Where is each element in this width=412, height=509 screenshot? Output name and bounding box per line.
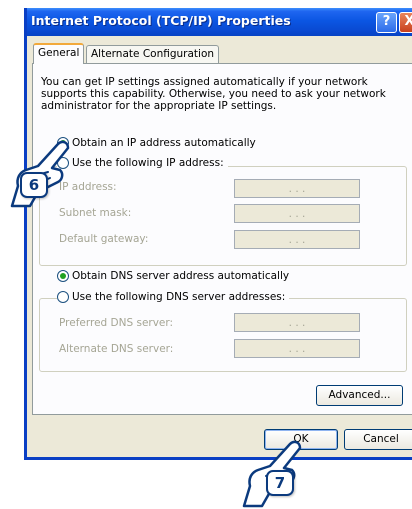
- radio-unselected-icon: [57, 291, 69, 303]
- use-following-ip-label: Use the following IP address:: [72, 157, 224, 169]
- default-gateway-label: Default gateway:: [59, 233, 149, 245]
- obtain-ip-auto-label: Obtain an IP address automatically: [72, 137, 256, 149]
- subnet-mask-label: Subnet mask:: [59, 207, 132, 219]
- tab-general[interactable]: General: [33, 43, 85, 64]
- use-following-dns-label: Use the following DNS server addresses:: [72, 291, 286, 303]
- tcpip-properties-dialog: Internet Protocol (TCP/IP) Properties ? …: [24, 8, 412, 460]
- alternate-dns-value: . . .: [288, 342, 306, 355]
- step-7-callout: 7: [266, 470, 294, 496]
- intro-text: You can get IP settings assigned automat…: [41, 76, 386, 112]
- subnet-mask-value: . . .: [288, 207, 306, 220]
- alternate-dns-field: . . .: [234, 339, 360, 358]
- help-icon[interactable]: ?: [376, 12, 397, 33]
- obtain-dns-auto-label: Obtain DNS server address automatically: [72, 270, 290, 282]
- alternate-dns-label: Alternate DNS server:: [59, 343, 174, 355]
- obtain-ip-auto-radio[interactable]: Obtain an IP address automatically: [57, 137, 260, 149]
- radio-selected-icon: [57, 270, 69, 282]
- obtain-dns-auto-radio[interactable]: Obtain DNS server address automatically: [57, 270, 294, 282]
- use-following-ip-radio[interactable]: Use the following IP address:: [57, 157, 228, 169]
- pointing-hand-icon: [242, 440, 302, 508]
- title-bar[interactable]: Internet Protocol (TCP/IP) Properties ? …: [27, 8, 412, 36]
- default-gateway-field: . . .: [234, 230, 360, 249]
- dns-server-group: [39, 298, 407, 372]
- ip-address-field: . . .: [234, 179, 360, 198]
- window-title: Internet Protocol (TCP/IP) Properties: [31, 13, 291, 28]
- default-gateway-value: . . .: [288, 233, 306, 246]
- preferred-dns-value: . . .: [288, 316, 306, 329]
- ip-address-value: . . .: [288, 182, 306, 195]
- tab-alternate-configuration[interactable]: Alternate Configuration: [86, 45, 220, 63]
- close-icon[interactable]: X: [399, 12, 412, 33]
- advanced-button[interactable]: Advanced...: [316, 385, 403, 406]
- preferred-dns-field: . . .: [234, 313, 360, 332]
- step-6-callout: 6: [20, 172, 48, 198]
- subnet-mask-field: . . .: [234, 204, 360, 223]
- cancel-button[interactable]: Cancel: [344, 429, 412, 450]
- preferred-dns-label: Preferred DNS server:: [59, 317, 174, 329]
- use-following-dns-radio[interactable]: Use the following DNS server addresses:: [57, 291, 290, 303]
